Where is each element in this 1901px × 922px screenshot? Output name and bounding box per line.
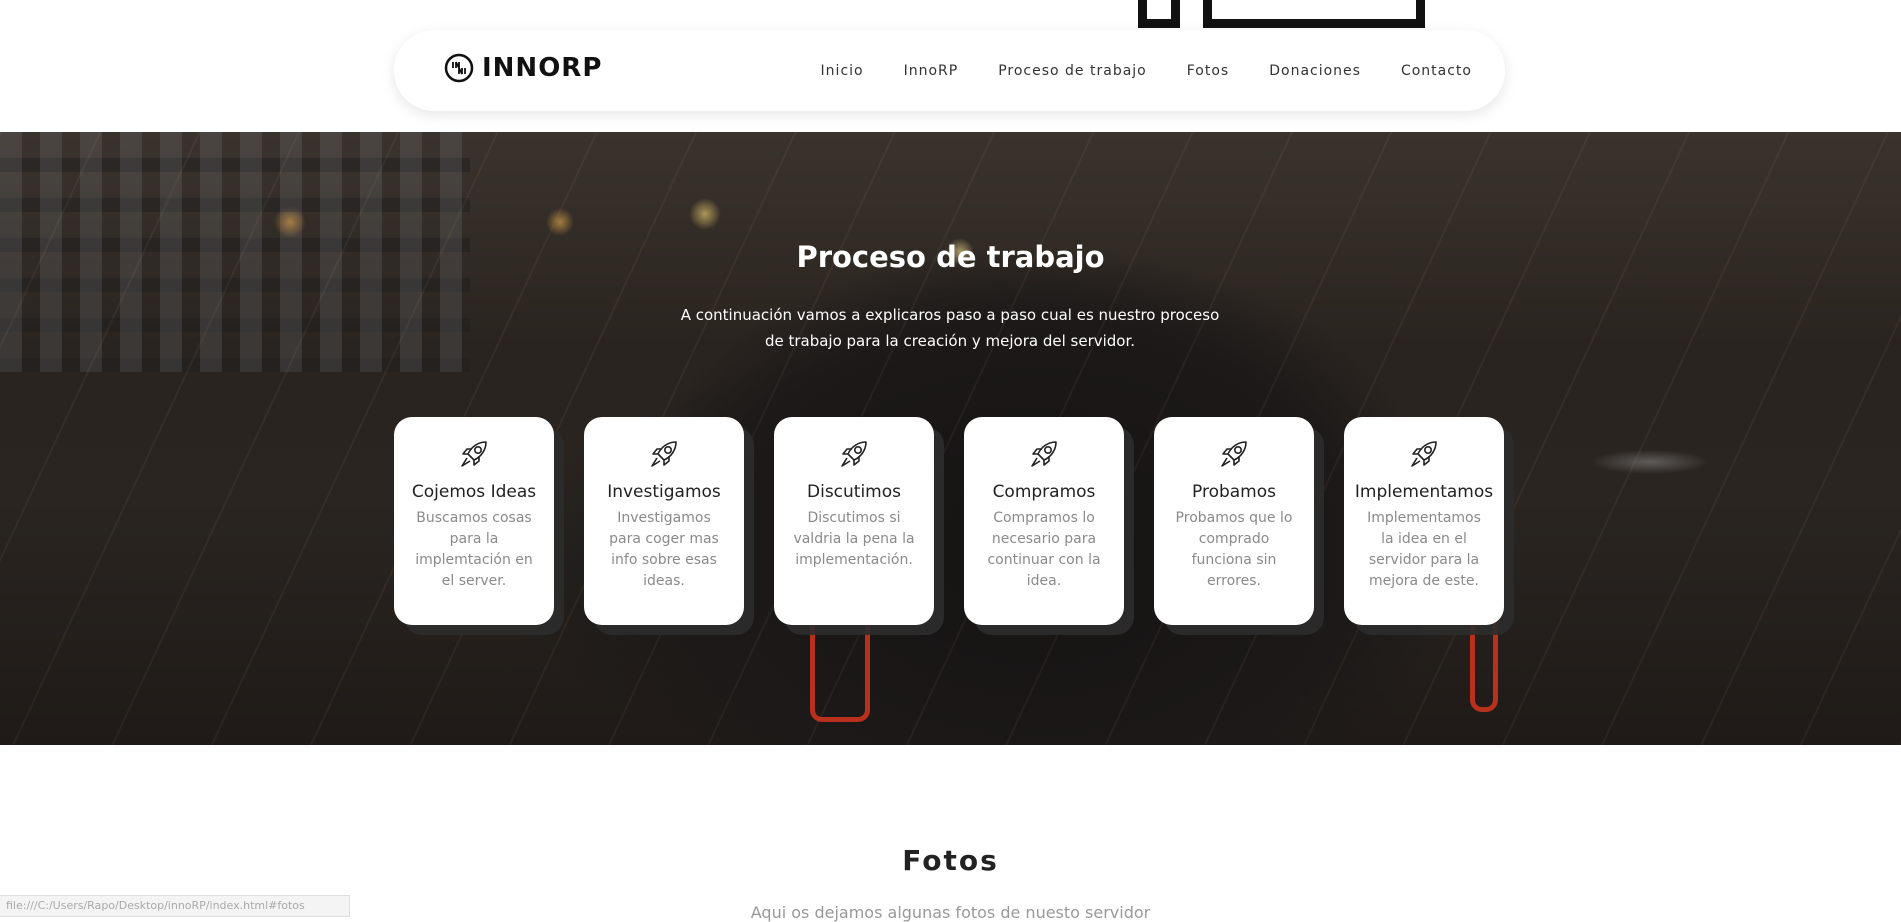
process-card-3: Discutimos Discutimos si valdria la pena… <box>774 417 944 635</box>
process-card-6: Implementamos Implementamos la idea en e… <box>1344 417 1514 635</box>
card: Discutimos Discutimos si valdria la pena… <box>774 417 934 625</box>
card-text: Implementamos la idea en el servidor par… <box>1367 510 1481 589</box>
nav-link-proceso[interactable]: Proceso de trabajo <box>998 63 1147 79</box>
card-title: Implementamos <box>1354 482 1494 502</box>
rocket-icon <box>1031 441 1057 467</box>
card-text: Compramos lo necesario para continuar co… <box>987 510 1101 589</box>
innorp-logo-icon <box>444 53 474 83</box>
card: Investigamos Investigamos para coger mas… <box>584 417 744 625</box>
card-title: Discutimos <box>807 482 901 502</box>
brand-name: INNORP <box>482 53 603 83</box>
nav-link-innorp[interactable]: InnoRP <box>904 63 959 79</box>
rocket-icon <box>1411 441 1437 467</box>
card-text: Probamos que lo comprado funciona sin er… <box>1175 510 1293 589</box>
card: Cojemos Ideas Buscamos cosas para la imp… <box>394 417 554 625</box>
nav-link-donaciones[interactable]: Donaciones <box>1269 63 1361 79</box>
nav-links: Inicio InnoRP Proceso de trabajo Fotos D… <box>821 30 1472 111</box>
card-text: Discutimos si valdria la pena la impleme… <box>793 510 915 568</box>
nav-link-contacto[interactable]: Contacto <box>1401 63 1472 79</box>
process-card-1: Cojemos Ideas Buscamos cosas para la imp… <box>394 417 564 635</box>
status-bar-url: file:///C:/Users/Rapo/Desktop/innoRP/ind… <box>0 895 350 917</box>
process-card-2: Investigamos Investigamos para coger mas… <box>584 417 754 635</box>
rocket-icon <box>651 441 677 467</box>
process-cards: Cojemos Ideas Buscamos cosas para la imp… <box>394 417 1514 635</box>
top-decoration-left <box>1138 0 1180 28</box>
process-description: A continuación vamos a explicaros paso a… <box>680 306 1220 350</box>
card-title: Cojemos Ideas <box>411 482 537 502</box>
nav-link-fotos[interactable]: Fotos <box>1187 63 1229 79</box>
card-title: Probamos <box>1192 482 1276 502</box>
card-text: Buscamos cosas para la implemtación en e… <box>415 510 533 589</box>
process-section: Proceso de trabajo A continuación vamos … <box>0 132 1901 745</box>
rocket-icon <box>461 441 487 467</box>
card: Probamos Probamos que lo comprado funcio… <box>1154 417 1314 625</box>
card-title: Compramos <box>992 482 1096 502</box>
navbar: INNORP Inicio InnoRP Proceso de trabajo … <box>394 30 1505 111</box>
top-decoration-right <box>1203 0 1425 28</box>
rocket-icon <box>841 441 867 467</box>
card-text: Investigamos para coger mas info sobre e… <box>609 510 719 589</box>
card-title: Investigamos <box>607 482 721 502</box>
rocket-icon <box>1221 441 1247 467</box>
fotos-title: Fotos <box>902 844 999 877</box>
card: Compramos Compramos lo necesario para co… <box>964 417 1124 625</box>
process-card-4: Compramos Compramos lo necesario para co… <box>964 417 1134 635</box>
process-card-5: Probamos Probamos que lo comprado funcio… <box>1154 417 1324 635</box>
brand-logo[interactable]: INNORP <box>444 53 602 83</box>
process-title: Proceso de trabajo <box>796 240 1105 274</box>
nav-link-inicio[interactable]: Inicio <box>821 63 864 79</box>
card: Implementamos Implementamos la idea en e… <box>1344 417 1504 625</box>
